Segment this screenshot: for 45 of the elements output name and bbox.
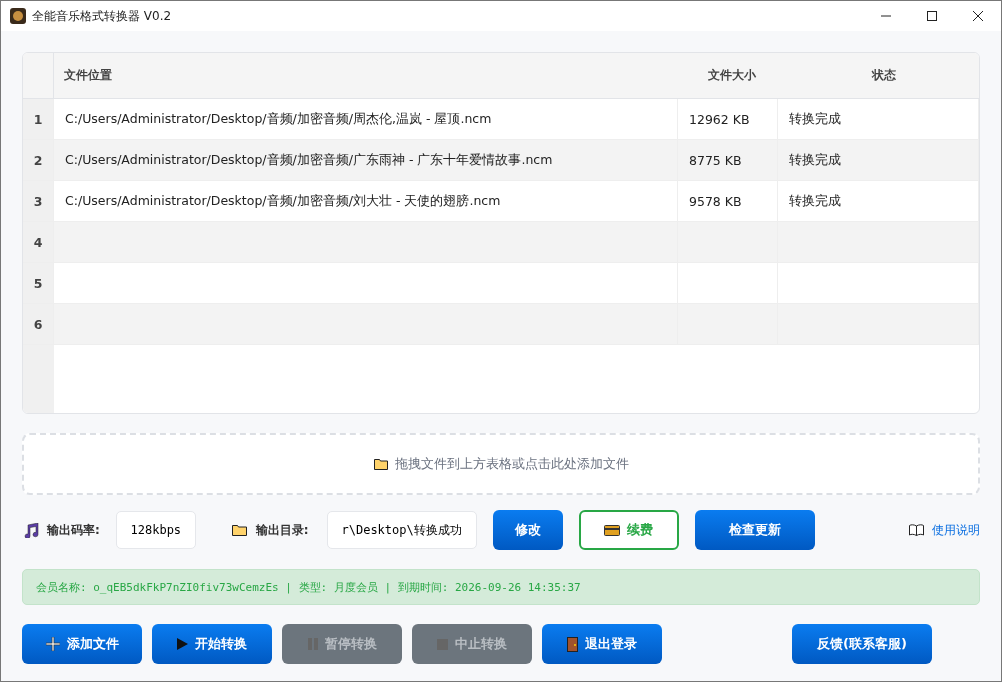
toolbar-button[interactable]: 检查更新 — [694, 510, 815, 550]
output-folder-label: 输出目录: — [255, 521, 309, 539]
table-cell: C:/Users/Administrator/Desktop/音频/加密音频/刘大壮 - 天使的翅膀.ncm — [54, 181, 678, 221]
column-header[interactable]: 文件位置 — [54, 67, 678, 84]
table-row[interactable]: 6 — [23, 304, 979, 345]
folder-icon — [231, 524, 248, 536]
table-cell: C:/Users/Administrator/Desktop/音频/加密音频/广东雨神 - 广东十年爱情故事.ncm — [54, 140, 678, 180]
feedback-button[interactable]: 反馈(联系客服) — [792, 624, 932, 664]
row-number: 1 — [23, 99, 54, 139]
table-row[interactable]: 4 — [23, 222, 979, 263]
column-header[interactable]: 状态 — [778, 67, 979, 84]
action-button[interactable]: 添加文件 — [22, 624, 142, 664]
action-button[interactable]: 退出登录 — [542, 624, 662, 664]
drop-zone[interactable]: 拖拽文件到上方表格或点击此处添加文件 — [22, 433, 980, 495]
plus-icon — [45, 637, 60, 651]
window-title: 全能音乐格式转换器 V0.2 — [32, 7, 173, 25]
toolbar-button[interactable]: 修改 — [492, 510, 563, 550]
table-cell: 转换完成 — [778, 99, 979, 139]
table-cell: C:/Users/Administrator/Desktop/音频/加密音频/周杰伦,温岚 - 屋顶.ncm — [54, 99, 678, 139]
app-logo-icon — [10, 8, 26, 24]
card-icon — [604, 524, 621, 536]
bitrate-label: 输出码率: — [47, 521, 100, 539]
row-number: 5 — [23, 263, 54, 303]
folder-icon — [373, 458, 389, 470]
door-icon — [567, 636, 578, 652]
table-row[interactable]: 2 C:/Users/Administrator/Desktop/音频/加密音频/广东雨神 - 广东十年爱情故事.ncm 8775 KB 转换完成 — [23, 140, 979, 181]
maximize-icon[interactable] — [927, 11, 937, 21]
close-icon[interactable] — [973, 11, 983, 21]
music-note-icon — [24, 522, 39, 538]
help-link[interactable]: 使用说明 — [909, 521, 980, 539]
bitrate-field[interactable]: 128kbps — [115, 511, 196, 549]
output-folder-field[interactable]: r\Desktop\转换成功 — [326, 511, 477, 549]
membership-info-bar: 会员名称: o_qEB5dkFkP7nZI0fiv73wCemzEs | 类型: 月度会员 | 到期时间: 2026-09-26 14:35:37 — [22, 569, 980, 605]
table-cell: 9578 KB — [678, 181, 778, 221]
table-cell: 转换完成 — [778, 140, 979, 180]
table-cell: 8775 KB — [678, 140, 778, 180]
table-cell: 转换完成 — [778, 181, 979, 221]
action-button[interactable]: 开始转换 — [152, 624, 272, 664]
column-header[interactable]: 文件大小 — [678, 67, 778, 84]
play-icon — [177, 638, 188, 650]
table-cell: 12962 KB — [678, 99, 778, 139]
row-number: 3 — [23, 181, 54, 221]
drop-zone-text: 拖拽文件到上方表格或点击此处添加文件 — [394, 455, 629, 473]
table-gutter — [23, 345, 54, 413]
book-icon — [909, 524, 924, 536]
